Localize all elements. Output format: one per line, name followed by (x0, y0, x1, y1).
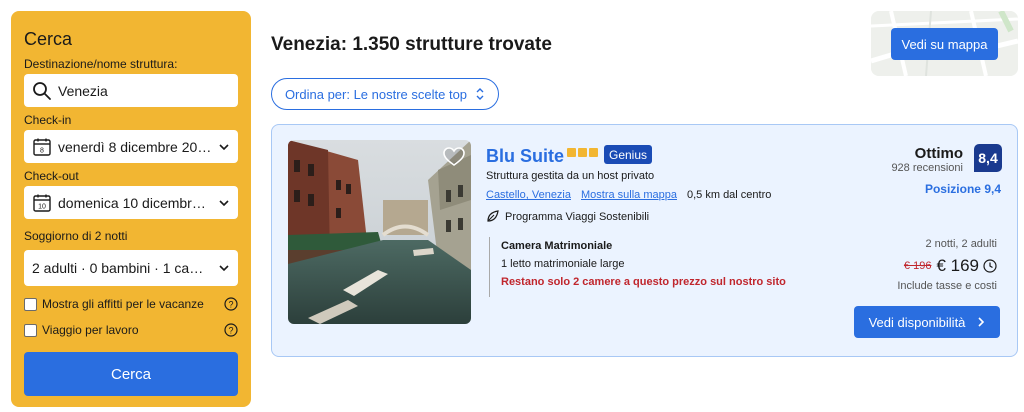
destination-input[interactable]: Venezia (24, 74, 238, 107)
occupancy-value: 2 adulti · 0 bambini · 1 camera (32, 260, 212, 276)
property-card[interactable]: Blu Suite Genius Struttura gestita da un… (271, 124, 1018, 357)
location-link[interactable]: Castello, Venezia (486, 189, 571, 201)
search-icon (33, 81, 51, 100)
clock-icon[interactable] (983, 259, 997, 273)
room-name: Camera Matrimoniale (501, 240, 613, 252)
tax-note: Include tasse e costi (897, 280, 997, 292)
current-price: € 169 (936, 256, 979, 275)
checkout-value: domenica 10 dicembre 2023 (58, 194, 212, 211)
property-name-link[interactable]: Blu Suite (486, 146, 564, 167)
checkin-label: Check-in (24, 113, 72, 127)
checkout-label: Check-out (24, 169, 79, 183)
leaf-icon (487, 210, 499, 222)
calendar-icon: 10 (33, 194, 51, 212)
vacation-rentals-checkbox[interactable] (24, 297, 37, 311)
favorite-heart-icon[interactable] (443, 147, 465, 167)
host-info: Struttura gestita da un host privato (486, 170, 655, 182)
original-price: € 196 (903, 260, 932, 272)
bed-info: 1 letto matrimoniale large (501, 258, 625, 270)
star-icon (567, 148, 576, 157)
distance-from-center: 0,5 km dal centro (687, 189, 772, 201)
review-score-word: Ottimo (914, 145, 963, 162)
svg-text:?: ? (228, 299, 233, 309)
calendar-icon: 8 (33, 138, 51, 156)
genius-badge: Genius (604, 145, 653, 164)
price-row: € 196 € 169 (904, 256, 997, 276)
checkout-calendar-day: 10 (38, 203, 46, 210)
checkin-calendar-day: 8 (40, 147, 44, 154)
show-on-map-link[interactable]: Mostra sulla mappa (581, 189, 677, 201)
chevron-down-icon (219, 199, 229, 206)
star-icon (589, 148, 598, 157)
search-results-page: Cerca Destinazione/nome struttura: Venez… (0, 0, 1024, 412)
see-availability-label: Vedi disponibilità (868, 314, 966, 330)
review-score-badge[interactable]: 8,4 (974, 144, 1002, 172)
star-icon (578, 148, 587, 157)
view-on-map-button[interactable]: Vedi su mappa (891, 28, 998, 60)
stay-length-label: Soggiorno di 2 notti (24, 229, 128, 243)
see-availability-button[interactable]: Vedi disponibilità (854, 306, 1000, 338)
venice-canal-image (288, 140, 471, 324)
search-panel: Cerca Destinazione/nome struttura: Venez… (11, 11, 251, 407)
chevron-right-icon (978, 317, 985, 327)
results-title: Venezia: 1.350 strutture trovate (271, 34, 552, 55)
search-panel-title: Cerca (24, 29, 73, 49)
sort-dropdown[interactable]: Ordina per: Le nostre scelte top (271, 78, 499, 110)
svg-text:?: ? (228, 325, 233, 335)
destination-label: Destinazione/nome struttura: (24, 57, 178, 71)
work-trip-checkbox[interactable] (24, 323, 37, 337)
chevron-down-icon (219, 143, 229, 150)
help-icon[interactable]: ? (224, 297, 238, 311)
vacation-rentals-label: Mostra gli affitti per le vacanze (42, 297, 204, 311)
checkin-value: venerdì 8 dicembre 2023 (58, 138, 212, 155)
sustainable-travel-badge: Programma Viaggi Sostenibili (486, 210, 649, 223)
vacation-rentals-option: Mostra gli affitti per le vacanze ? (24, 296, 238, 312)
sustainable-label: Programma Viaggi Sostenibili (505, 210, 650, 223)
chevron-down-icon (219, 265, 229, 272)
checkout-date-picker[interactable]: 10 domenica 10 dicembre 2023 (24, 186, 238, 219)
star-rating (567, 148, 598, 157)
work-trip-label: Viaggio per lavoro (42, 323, 139, 337)
room-info: Camera Matrimoniale 1 letto matrimoniale… (489, 237, 786, 297)
scarcity-alert: Restano solo 2 camere a questo prezzo su… (501, 276, 786, 288)
work-trip-option: Viaggio per lavoro ? (24, 322, 238, 338)
checkin-date-picker[interactable]: 8 venerdì 8 dicembre 2023 (24, 130, 238, 163)
destination-value: Venezia (58, 82, 108, 99)
search-submit-button[interactable]: Cerca (24, 352, 238, 396)
location-line: Castello, Venezia Mostra sulla mappa 0,5… (486, 189, 771, 201)
location-score: Posizione 9,4 (924, 182, 1001, 196)
occupancy-selector[interactable]: 2 adulti · 0 bambini · 1 camera (24, 250, 238, 286)
sort-chevrons-icon (476, 88, 484, 100)
sort-label: Ordina per: Le nostre scelte top (284, 86, 468, 102)
stay-summary: 2 notti, 2 adulti (925, 238, 997, 250)
property-photo[interactable] (288, 140, 471, 324)
review-count[interactable]: 928 recensioni (891, 162, 963, 174)
help-icon[interactable]: ? (224, 323, 238, 337)
